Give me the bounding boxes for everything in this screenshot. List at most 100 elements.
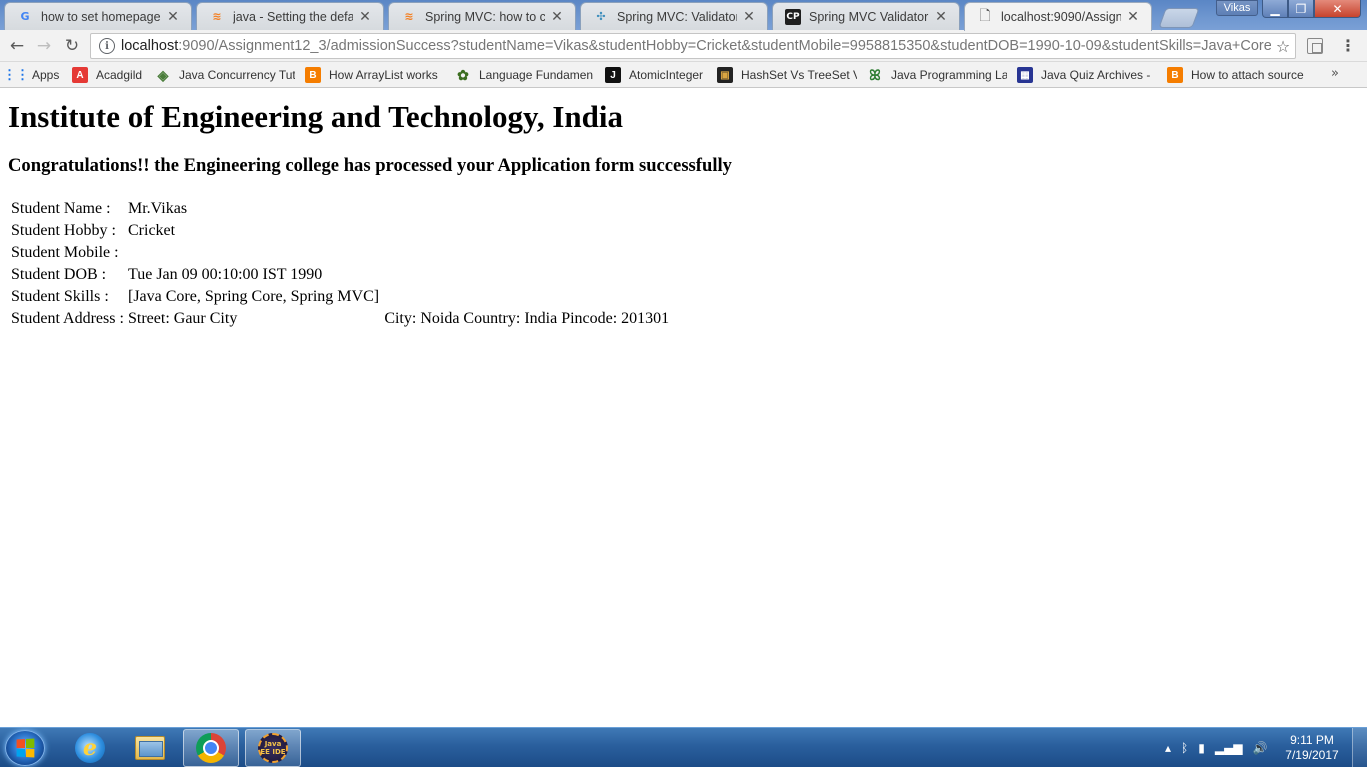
start-button[interactable]	[5, 730, 45, 766]
close-icon[interactable]: ✕	[933, 9, 949, 25]
bookmark-java-programming[interactable]: ꕤ Java Programming La	[867, 65, 1007, 85]
eclipse-java-ee-icon: Java EE IDE	[258, 733, 288, 763]
success-message: Congratulations!! the Engineering colleg…	[8, 155, 732, 176]
kebab-menu-icon[interactable]: ⋮	[1340, 36, 1356, 56]
restore-button[interactable]: ❐	[1288, 0, 1314, 18]
address-street: Street: Gaur City	[128, 310, 238, 327]
extension-icon[interactable]	[1307, 38, 1323, 54]
system-clock[interactable]: 9:11 PM 7/19/2017	[1282, 733, 1342, 763]
chrome-icon	[196, 733, 226, 763]
blogger-icon: B	[305, 67, 321, 83]
windows-logo-icon	[16, 738, 35, 758]
table-row: Student Hobby : Cricket	[10, 221, 670, 241]
show-hidden-icons-icon[interactable]: ▴	[1165, 741, 1171, 755]
bookmark-star-icon[interactable]: ☆	[1271, 37, 1295, 56]
row-value: [Java Core, Spring Core, Spring MVC]	[128, 288, 380, 305]
reload-icon[interactable]: ↻	[61, 35, 83, 57]
bluetooth-icon[interactable]: ᛒ	[1181, 741, 1188, 755]
info-icon[interactable]: i	[99, 38, 115, 54]
bookmark-label: Java Concurrency Tut	[179, 68, 295, 82]
tab-title: how to set homepage in	[41, 9, 161, 24]
stackoverflow-icon: ≋	[212, 10, 222, 23]
bookmark-label: Acadgild	[96, 68, 143, 82]
taskbar-file-explorer[interactable]	[122, 729, 178, 767]
bookmark-java-quiz[interactable]: ▦ Java Quiz Archives -	[1017, 65, 1157, 85]
close-icon[interactable]: ✕	[549, 9, 565, 25]
address-bar[interactable]: i localhost:9090/Assignment12_3/admissio…	[90, 33, 1296, 59]
url-host: localhost	[121, 38, 179, 54]
cp-icon: CP	[785, 8, 801, 25]
bee-icon: ꕤ	[869, 66, 881, 83]
bookmark-label: Language Fundamen	[479, 68, 594, 82]
row-label: Student Address :	[11, 310, 124, 327]
url-path: :9090/Assignment12_3/admissionSuccess?st…	[178, 38, 1271, 54]
tab-how-to-set-homepage[interactable]: G how to set homepage in ✕	[4, 2, 192, 30]
row-value: Mr.Vikas	[128, 200, 188, 217]
close-icon[interactable]: ✕	[357, 9, 373, 25]
bookmark-label: Java Quiz Archives -	[1041, 68, 1151, 82]
taskbar-chrome[interactable]	[183, 729, 239, 767]
internet-explorer-icon: e	[75, 733, 105, 763]
page-title: Institute of Engineering and Technology,…	[8, 99, 623, 134]
bookmark-arraylist[interactable]: B How ArrayList works	[305, 65, 443, 85]
system-tray: ▴ ᛒ ▮ ▂▄▆ 🔊	[1160, 728, 1272, 767]
tab-title: Spring MVC Validator wi	[809, 9, 929, 24]
new-tab-button[interactable]	[1158, 8, 1200, 28]
tab-spring-mvc-validator[interactable]: ✣ Spring MVC: Validator an ✕	[580, 2, 768, 30]
close-icon[interactable]: ✕	[1125, 9, 1141, 25]
bookmark-label: Apps	[32, 68, 60, 82]
close-icon[interactable]: ✕	[741, 9, 757, 25]
quiz-icon: ▦	[1017, 67, 1033, 83]
minimize-button[interactable]: ▁	[1262, 0, 1288, 18]
row-value	[127, 243, 670, 263]
back-arrow-icon[interactable]: ←	[6, 35, 28, 57]
tab-title: Spring MVC: Validator an	[617, 9, 737, 24]
profile-button[interactable]: Vikas	[1216, 0, 1258, 16]
bookmark-label: AtomicInteger	[629, 68, 704, 82]
clock-time: 9:11 PM	[1290, 733, 1334, 747]
google-g-icon: G	[20, 10, 30, 23]
student-details-table: Student Name : Mr.Vikas Student Hobby : …	[8, 197, 672, 331]
diamond-icon: ◈	[157, 66, 169, 83]
row-label: Student DOB :	[11, 266, 107, 283]
forward-arrow-icon[interactable]: →	[33, 35, 55, 57]
tab-title: java - Setting the default	[233, 9, 353, 24]
row-value: Tue Jan 09 00:10:00 IST 1990	[128, 266, 323, 283]
bookmark-acadgild[interactable]: A Acadgild	[72, 65, 148, 85]
browser-toolbar: ← → ↻ i localhost:9090/Assignment12_3/ad…	[0, 30, 1367, 62]
battery-icon[interactable]: ▮	[1198, 741, 1205, 755]
row-value: Street: Gaur City City: Noida Country: In…	[127, 309, 670, 329]
bookmark-language-fundamentals[interactable]: ✿ Language Fundamen	[455, 65, 595, 85]
show-desktop-button[interactable]	[1352, 728, 1367, 767]
taskbar-internet-explorer[interactable]: e	[62, 729, 118, 767]
table-row: Student Name : Mr.Vikas	[10, 199, 670, 219]
tab-spring-mvc-validator-with[interactable]: CP Spring MVC Validator wi ✕	[772, 2, 960, 30]
taskbar-java-ee-ide[interactable]: Java EE IDE	[245, 729, 301, 767]
bookmark-apps[interactable]: ⋮⋮ Apps	[8, 65, 64, 85]
address-bar-url[interactable]: localhost:9090/Assignment12_3/admissionS…	[121, 38, 1271, 54]
row-value: Cricket	[128, 222, 176, 239]
row-label: Student Name :	[11, 200, 111, 217]
row-label: Student Hobby :	[11, 222, 116, 239]
tab-java-setting-default[interactable]: ≋ java - Setting the default ✕	[196, 2, 384, 30]
page-icon: 🗋	[979, 8, 991, 24]
tab-localhost-active[interactable]: 🗋 localhost:9090/Assignme ✕	[964, 2, 1152, 31]
bookmark-label: HashSet Vs TreeSet V	[741, 68, 857, 82]
bookmark-hashset-treeset[interactable]: ▣ HashSet Vs TreeSet V	[717, 65, 857, 85]
chevron-more-icon[interactable]: »	[1331, 66, 1339, 81]
bookmark-java-concurrency[interactable]: ◈ Java Concurrency Tut	[155, 65, 295, 85]
leaf-icon: ✿	[457, 66, 469, 83]
close-icon[interactable]: ✕	[165, 9, 181, 25]
window-close-button[interactable]: ✕	[1314, 0, 1361, 18]
tab-spring-mvc-how-to-create[interactable]: ≋ Spring MVC: how to crea ✕	[388, 2, 576, 30]
stackoverflow-icon: ≋	[404, 10, 414, 23]
bookmark-attach-source[interactable]: B How to attach source	[1167, 65, 1307, 85]
bookmark-label: How to attach source	[1191, 68, 1304, 82]
bookmarks-bar: ⋮⋮ Apps A Acadgild ◈ Java Concurrency Tu…	[0, 62, 1367, 88]
bookmark-atomicinteger[interactable]: J AtomicInteger	[605, 65, 711, 85]
row-label: Student Skills :	[11, 288, 109, 305]
volume-icon[interactable]: 🔊	[1253, 741, 1268, 755]
blogger-icon: B	[1167, 67, 1183, 83]
network-signal-icon[interactable]: ▂▄▆	[1215, 741, 1243, 755]
page-content: Institute of Engineering and Technology,…	[0, 89, 1367, 726]
